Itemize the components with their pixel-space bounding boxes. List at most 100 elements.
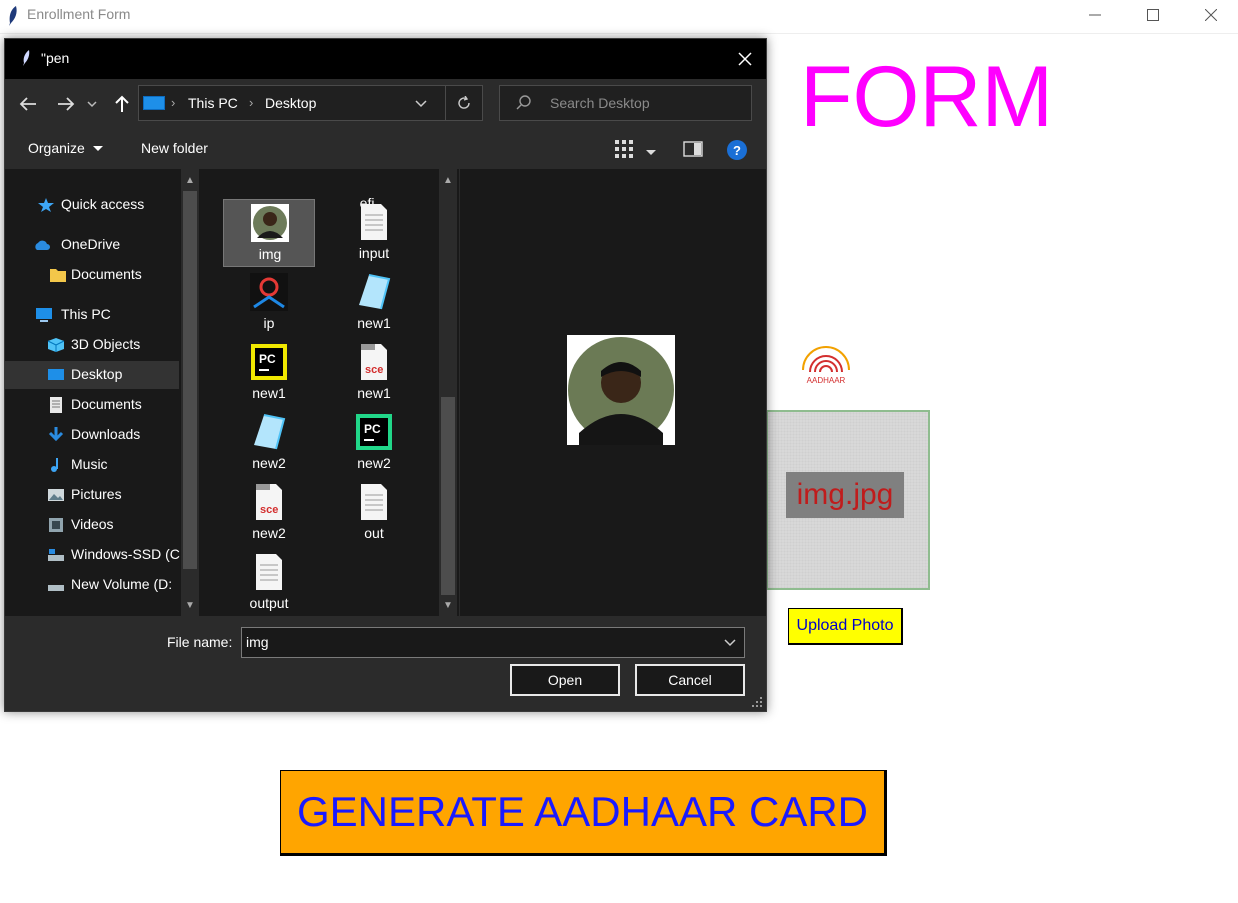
drive-icon <box>48 585 64 591</box>
preview-photo <box>567 335 675 445</box>
file-item[interactable]: ip <box>223 269 315 337</box>
feather-icon <box>9 6 17 26</box>
file-item[interactable]: output <box>223 549 315 616</box>
file-label: new2 <box>252 525 286 541</box>
scroll-down-icon[interactable]: ▼ <box>439 596 457 614</box>
view-dropdown-button[interactable] <box>645 144 657 162</box>
file-item[interactable]: sce new1 <box>328 339 420 407</box>
preview-pane-icon <box>683 141 703 157</box>
nav-item-this-pc[interactable]: This PC <box>5 301 179 329</box>
new-folder-button[interactable]: New folder <box>141 140 208 156</box>
preview-pane-button[interactable] <box>683 141 703 162</box>
maximize-button[interactable] <box>1124 0 1182 30</box>
up-button[interactable] <box>111 93 133 115</box>
photo-filename-label: img.jpg <box>786 472 904 518</box>
minimize-icon <box>1089 14 1101 16</box>
cancel-button[interactable]: Cancel <box>635 664 745 696</box>
file-item[interactable]: out <box>328 479 420 547</box>
scroll-up-icon[interactable]: ▲ <box>181 171 199 189</box>
file-name-dropdown-button[interactable] <box>724 635 736 653</box>
photo-preview-box: img.jpg <box>766 410 930 590</box>
sce-file-icon: sce <box>256 484 282 520</box>
scroll-down-icon[interactable]: ▼ <box>181 596 199 614</box>
nav-item-onedrive-documents[interactable]: Documents <box>5 261 179 289</box>
nav-item-label: OneDrive <box>61 236 121 252</box>
minimize-button[interactable] <box>1066 0 1124 30</box>
search-placeholder: Search Desktop <box>550 95 650 111</box>
dialog-close-button[interactable] <box>733 49 757 69</box>
window-titlebar: Enrollment Form <box>0 0 1238 34</box>
file-icon <box>361 484 387 520</box>
file-item[interactable]: new2 <box>223 409 315 477</box>
cloud-icon <box>35 240 50 250</box>
nav-item-onedrive[interactable]: OneDrive <box>5 231 179 259</box>
computer-icon <box>36 308 52 322</box>
cube-icon <box>47 338 65 352</box>
nav-pane-scrollbar[interactable]: ▲ ▼ <box>181 169 199 616</box>
file-name-input[interactable]: img <box>241 627 745 658</box>
nav-item-windows-ssd[interactable]: Windows-SSD (C <box>5 541 180 569</box>
nav-item-documents[interactable]: Documents <box>5 391 179 419</box>
pycharm-icon: PC <box>251 344 287 380</box>
file-item[interactable]: PC new1 <box>223 339 315 407</box>
nav-item-desktop[interactable]: Desktop <box>5 361 179 389</box>
music-icon <box>51 458 58 472</box>
scrollbar-thumb[interactable] <box>441 397 455 595</box>
nav-item-new-volume[interactable]: New Volume (D: <box>5 571 179 599</box>
forward-button[interactable] <box>55 93 77 115</box>
photo-icon <box>251 204 289 242</box>
file-label: out <box>364 525 384 541</box>
nav-item-label: New Volume (D: <box>71 576 173 592</box>
open-file-dialog: "pen › This PC › Desktop Search Desktop … <box>4 38 767 712</box>
generate-aadhaar-card-button[interactable]: GENERATE AADHAAR CARD <box>280 770 887 856</box>
resize-grip-icon[interactable] <box>751 696 763 708</box>
nav-item-quick-access[interactable]: Quick access <box>5 191 179 219</box>
file-item[interactable]: PC new2 <box>328 409 420 477</box>
file-icon <box>256 554 282 590</box>
close-icon <box>1205 9 1217 21</box>
view-options-button[interactable] <box>614 139 634 164</box>
search-box[interactable]: Search Desktop <box>499 85 752 121</box>
refresh-icon <box>457 96 470 109</box>
upload-photo-button[interactable]: Upload Photo <box>788 608 903 645</box>
nav-item-pictures[interactable]: Pictures <box>5 481 179 509</box>
close-window-button[interactable] <box>1182 0 1238 30</box>
file-item[interactable]: input <box>328 199 420 267</box>
map-pin-icon <box>250 273 288 311</box>
file-list-pane: efi. img input ip new1 PC new1 sce new1 … <box>203 169 459 616</box>
address-dropdown-button[interactable] <box>415 96 427 114</box>
search-icon <box>516 95 531 110</box>
breadcrumb-desktop[interactable]: Desktop <box>265 95 316 111</box>
svg-text:sce: sce <box>260 504 278 516</box>
pycharm-icon: PC <box>356 414 392 450</box>
file-item[interactable]: sce new2 <box>223 479 315 547</box>
recent-locations-button[interactable] <box>85 93 99 115</box>
chevron-down-icon <box>724 639 736 647</box>
file-label: output <box>249 595 289 611</box>
breadcrumb-separator-icon: › <box>249 95 254 110</box>
preview-pane <box>459 169 766 616</box>
file-item[interactable]: new1 <box>328 269 420 337</box>
close-icon <box>738 52 752 66</box>
nav-item-3d-objects[interactable]: 3D Objects <box>5 331 179 359</box>
arrow-right-icon <box>58 97 75 111</box>
help-icon[interactable]: ? <box>727 140 747 160</box>
file-item-selected[interactable]: img <box>223 199 315 267</box>
file-label: input <box>358 245 390 261</box>
scrollbar-thumb[interactable] <box>183 191 197 569</box>
open-button[interactable]: Open <box>510 664 620 696</box>
nav-item-videos[interactable]: Videos <box>5 511 179 539</box>
dialog-toolbar: Organize New folder ? <box>5 129 766 169</box>
caret-down-icon <box>646 150 656 155</box>
file-label: new1 <box>357 315 391 331</box>
file-label: ip <box>263 315 275 331</box>
refresh-button[interactable] <box>445 86 481 120</box>
address-bar[interactable]: › This PC › Desktop <box>138 85 483 121</box>
breadcrumb-this-pc[interactable]: This PC <box>188 95 238 111</box>
scroll-up-icon[interactable]: ▲ <box>439 171 457 189</box>
nav-item-music[interactable]: Music <box>5 451 179 479</box>
organize-menu[interactable]: Organize <box>28 140 104 156</box>
file-list-scrollbar[interactable]: ▲ ▼ <box>439 169 457 616</box>
nav-item-downloads[interactable]: Downloads <box>5 421 179 449</box>
back-button[interactable] <box>17 93 39 115</box>
